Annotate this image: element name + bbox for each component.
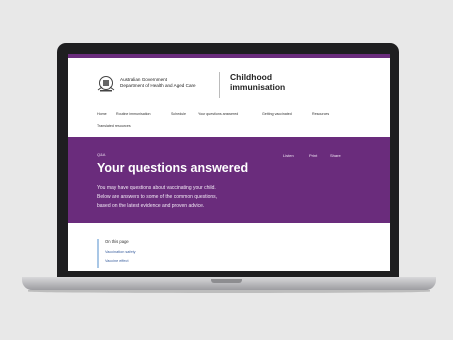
nav-item-translated-resources[interactable]: Translated resources — [97, 124, 131, 128]
government-wordmark[interactable]: Australian Government Department of Heal… — [120, 77, 196, 89]
laptop-notch — [211, 279, 242, 283]
background-frame: Australian Government Department of Heal… — [0, 0, 453, 340]
breadcrumb[interactable]: Q&A — [97, 152, 105, 157]
print-button[interactable]: Print — [309, 153, 317, 158]
site-title-line-2: immunisation — [230, 82, 286, 92]
site-title[interactable]: Childhood immunisation — [230, 72, 285, 92]
intro-line-2: Below are answers to some of the common … — [97, 194, 218, 200]
nav-item-resources[interactable]: Resources — [312, 112, 329, 116]
coat-of-arms-icon — [97, 76, 115, 92]
listen-button[interactable]: Listen — [283, 153, 294, 158]
nav-item-getting-vaccinated[interactable]: Getting vaccinated — [262, 112, 292, 116]
content-area: On this page Vaccination safety Vaccine … — [68, 223, 390, 271]
laptop-screen: Australian Government Department of Heal… — [68, 54, 390, 271]
main-navigation: Home Routine immunisation Schedule Your … — [68, 110, 390, 136]
nav-item-your-questions[interactable]: Your questions answered — [198, 112, 238, 116]
nav-item-routine-immunisation[interactable]: Routine immunisation — [116, 112, 151, 116]
intro-line-1: You may have questions about vaccinating… — [97, 185, 216, 191]
nav-item-schedule[interactable]: Schedule — [171, 112, 186, 116]
header-divider — [219, 72, 220, 98]
site-title-line-1: Childhood — [230, 72, 273, 82]
on-this-page-link[interactable]: Vaccination safety — [105, 250, 136, 254]
laptop-shadow — [28, 290, 430, 293]
on-this-page-box: On this page Vaccination safety Vaccine … — [97, 239, 136, 268]
nav-item-home[interactable]: Home — [97, 112, 107, 116]
site-header: Australian Government Department of Heal… — [68, 58, 390, 110]
intro-line-3: based on the latest evidence and proven … — [97, 203, 205, 209]
page-title: Your questions answered — [97, 161, 249, 175]
on-this-page-link[interactable]: Vaccine effect — [105, 259, 136, 263]
on-this-page-title: On this page — [105, 239, 129, 244]
hero-banner: Q&A Listen Print Share Your questions an… — [68, 137, 390, 223]
govt-line-2: Department of Health and Aged Care — [120, 83, 196, 88]
page-intro: You may have questions about vaccinating… — [97, 184, 297, 211]
share-button[interactable]: Share — [330, 153, 341, 158]
